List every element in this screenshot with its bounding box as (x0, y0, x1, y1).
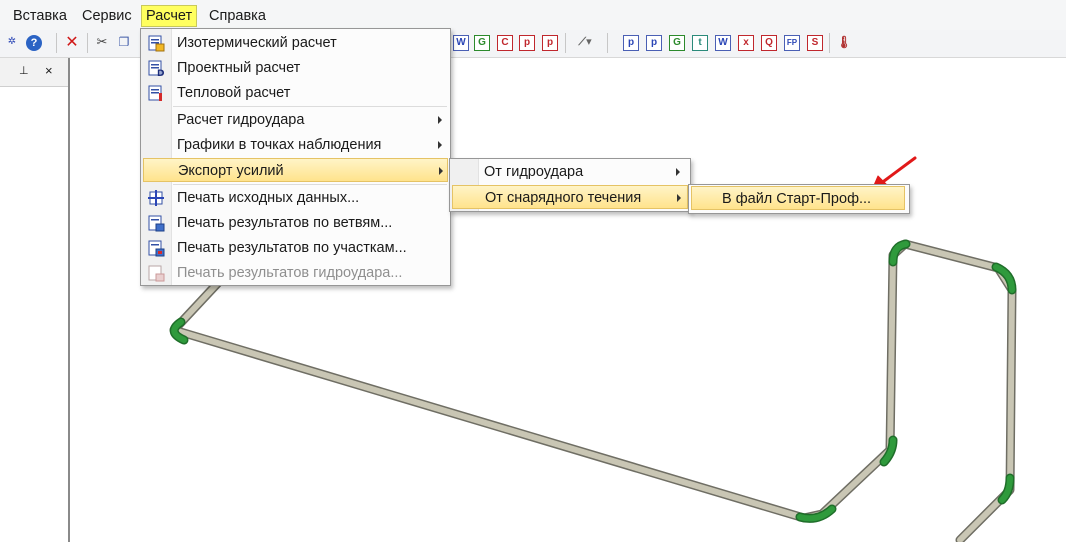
isothermal-calc-icon (148, 35, 165, 52)
thermal-calc-icon (148, 85, 162, 101)
tools-icon[interactable]: ✲ (4, 35, 20, 51)
menu-item-from-waterhammer[interactable]: От гидроудара (452, 160, 686, 184)
menu-item-label: Расчет гидроудара (177, 112, 305, 128)
doc-p-button[interactable]: p (519, 35, 535, 51)
doc-q-button[interactable]: Q (761, 35, 777, 51)
print-branches-icon (148, 215, 165, 232)
chart-dropdown-icon[interactable]: ⟋▾ (572, 35, 598, 51)
menu-help[interactable]: Справка (205, 5, 270, 27)
menu-item-print-sections[interactable]: Печать результатов по участкам... (143, 236, 446, 260)
thermometer-icon[interactable]: 🌡 (836, 35, 852, 51)
menubar: Вставка Сервис Расчет Справка (0, 0, 1066, 31)
menu-separator (173, 184, 447, 185)
delete-icon[interactable]: ✕ (64, 35, 80, 51)
doc-g-button[interactable]: G (474, 35, 490, 51)
menu-item-print-waterhammer[interactable]: Печать результатов гидроудара... (143, 261, 446, 285)
menu-item-label: От снарядного течения (485, 190, 642, 206)
menu-item-label: Проектный расчет (177, 60, 301, 76)
doc-fp-button[interactable]: FP (784, 35, 800, 51)
left-panel: ⊥ × (0, 58, 70, 542)
left-panel-header: ⊥ × (0, 58, 68, 87)
doc-p2-button[interactable]: p (542, 35, 558, 51)
doc-g2-button[interactable]: G (669, 35, 685, 51)
menu-item-label: Графики в точках наблюдения (177, 137, 382, 153)
menu-item-from-slug-flow[interactable]: От снарядного течения (452, 185, 688, 209)
menu-item-design[interactable]: D Проектный расчет (143, 56, 446, 80)
svg-text:D: D (157, 69, 164, 77)
submenu-arrow-icon (439, 167, 443, 175)
menu-item-print-input[interactable]: Печать исходных данных... (143, 186, 446, 210)
menu-item-observation-graphs[interactable]: Графики в точках наблюдения (143, 133, 446, 157)
menu-item-print-branches[interactable]: Печать результатов по ветвям... (143, 211, 446, 235)
doc-s-button[interactable]: S (807, 35, 823, 51)
pin-icon[interactable]: ⊥ (19, 64, 29, 77)
menu-calculation[interactable]: Расчет (141, 5, 198, 27)
doc-c-button[interactable]: C (497, 35, 513, 51)
submenu-arrow-icon (438, 141, 442, 149)
menu-item-label: Печать результатов по ветвям... (177, 215, 393, 231)
menu-item-label: От гидроудара (484, 164, 584, 180)
doc-word-button[interactable]: W (453, 35, 469, 51)
menu-item-label: Изотермический расчет (177, 35, 337, 51)
copy-icon[interactable]: ❐ (116, 35, 132, 51)
toolbar-separator (607, 33, 608, 53)
menu-separator (173, 106, 447, 107)
calc-menu: Изотермический расчет D Проектный расчет… (140, 28, 451, 286)
print-sections-icon (148, 240, 165, 257)
menu-insert[interactable]: Вставка (9, 5, 71, 27)
doc-p3-button[interactable]: p (623, 35, 639, 51)
toolbar-separator (87, 33, 88, 53)
print-input-icon (148, 190, 164, 206)
toolbar-separator (829, 33, 830, 53)
doc-p4-button[interactable]: p (646, 35, 662, 51)
submenu-arrow-icon (676, 168, 680, 176)
menu-item-to-start-prof-file[interactable]: В файл Старт-Проф... (691, 186, 905, 210)
help-icon[interactable]: ? (26, 35, 42, 51)
doc-w2-button[interactable]: W (715, 35, 731, 51)
menu-item-label: Печать результатов по участкам... (177, 240, 407, 256)
toolbar-separator (56, 33, 57, 53)
doc-t-button[interactable]: t (692, 35, 708, 51)
menu-item-label: Экспорт усилий (178, 163, 284, 179)
slug-flow-submenu: В файл Старт-Проф... (688, 184, 910, 214)
close-icon[interactable]: × (45, 63, 53, 78)
menu-item-label: В файл Старт-Проф... (722, 191, 872, 207)
toolbar-separator (565, 33, 566, 53)
print-waterhammer-icon (148, 265, 165, 282)
export-forces-submenu: От гидроудара От снарядного течения (449, 158, 691, 212)
doc-x-button[interactable]: x (738, 35, 754, 51)
submenu-arrow-icon (438, 116, 442, 124)
menu-item-export-forces[interactable]: Экспорт усилий (143, 158, 448, 182)
menu-item-label: Тепловой расчет (177, 85, 291, 101)
menu-item-label: Печать результатов гидроудара... (177, 265, 403, 281)
menu-item-waterhammer[interactable]: Расчет гидроудара (143, 108, 446, 132)
menu-item-label: Печать исходных данных... (177, 190, 360, 206)
menu-item-isothermal[interactable]: Изотермический расчет (143, 31, 446, 55)
menu-service[interactable]: Сервис (78, 5, 136, 27)
design-calc-icon: D (148, 60, 164, 77)
submenu-arrow-icon (677, 194, 681, 202)
menu-item-thermal[interactable]: Тепловой расчет (143, 81, 446, 105)
cut-icon[interactable]: ✂ (94, 35, 110, 51)
